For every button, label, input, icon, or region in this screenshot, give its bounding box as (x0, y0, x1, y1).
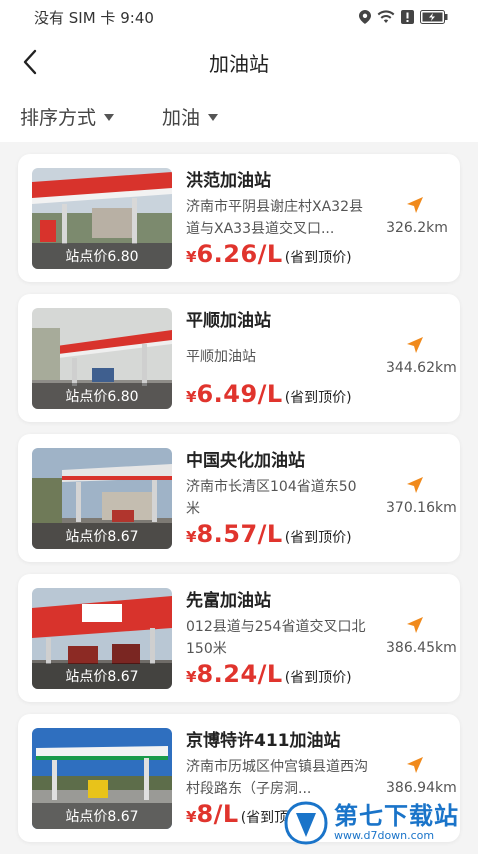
location-icon (359, 10, 371, 24)
station-address: 济南市历城区仲宫镇县道西沟村段路东（子房洞... (186, 759, 368, 797)
watermark: 第七下载站 www.d7down.com (284, 796, 478, 850)
station-card[interactable]: 站点价6.80 洪范加油站 济南市平阴县谢庄村XA32县道与XA33县道交叉口.… (18, 154, 460, 282)
price-line: ¥ 6.49/L (省到顶价) (186, 380, 352, 408)
back-button[interactable] (14, 46, 46, 78)
fuel-filter-label: 加油 (162, 106, 201, 129)
currency-symbol: ¥ (186, 668, 197, 686)
sort-filter-label: 排序方式 (20, 106, 97, 129)
price-line: ¥ 8.57/L (省到顶价) (186, 520, 352, 548)
navigation-arrow-icon[interactable] (406, 336, 424, 354)
station-address: 济南市长清区104省道东50米 (186, 479, 357, 517)
status-icons (359, 10, 448, 24)
currency-symbol: ¥ (186, 528, 197, 546)
station-card[interactable]: 站点价6.80 平顺加油站 平顺加油站 ¥ 6.49/L (省到顶价) 344.… (18, 294, 460, 422)
watermark-logo-icon (284, 801, 328, 845)
distance: 344.62km (386, 360, 457, 376)
fuel-filter-dropdown[interactable]: 加油 (162, 103, 219, 130)
back-arrow-icon (23, 49, 37, 75)
station-photo: 站点价8.67 (32, 728, 172, 829)
station-photo: 站点价6.80 (32, 168, 172, 269)
station-photo: 站点价6.80 (32, 308, 172, 409)
price-line: ¥ 8.24/L (省到顶价) (186, 660, 352, 688)
currency-symbol: ¥ (186, 248, 197, 266)
station-name: 中国央化加油站 (186, 451, 305, 471)
discount-price: 6.49/L (196, 380, 283, 408)
station-photo: 站点价8.67 (32, 588, 172, 689)
filter-bar: 排序方式 加油 (0, 90, 478, 142)
price-line: ¥ 6.26/L (省到顶价) (186, 240, 352, 268)
discount-price: 8.57/L (196, 520, 283, 548)
distance: 370.16km (386, 500, 457, 516)
price-note: (省到顶价) (284, 670, 352, 686)
discount-price: 8/L (196, 800, 239, 828)
page-title: 加油站 (209, 51, 269, 76)
station-price-label: 站点价6.80 (32, 383, 172, 409)
station-card[interactable]: 站点价8.67 中国央化加油站 济南市长清区104省道东50米 ¥ 8.57/L… (18, 434, 460, 562)
navigation-arrow-icon[interactable] (406, 756, 424, 774)
watermark-url: www.d7down.com (334, 829, 435, 842)
clock: 9:40 (120, 8, 154, 27)
station-price-label: 站点价8.67 (32, 803, 172, 829)
currency-symbol: ¥ (186, 808, 197, 826)
station-card[interactable]: 站点价8.67 先富加油站 012县道与254省道交叉口北150米 ¥ 8.24… (18, 574, 460, 702)
distance: 386.94km (386, 780, 457, 796)
price-note: (省到顶价) (284, 250, 352, 266)
station-address: 012县道与254省道交叉口北150米 (186, 619, 366, 657)
watermark-title: 第七下载站 (334, 802, 459, 830)
station-photo: 站点价8.67 (32, 448, 172, 549)
price-note: (省到顶价) (284, 530, 352, 546)
station-name: 京博特许411加油站 (186, 731, 341, 751)
station-price-label: 站点价8.67 (32, 663, 172, 689)
carrier-text: 没有 SIM 卡 (34, 8, 116, 27)
navigation-arrow-icon[interactable] (406, 196, 424, 214)
status-bar: 没有 SIM 卡 9:40 (0, 0, 478, 34)
alert-icon (401, 10, 414, 24)
wifi-icon (377, 10, 395, 24)
station-list: 站点价6.80 洪范加油站 济南市平阴县谢庄村XA32县道与XA33县道交叉口.… (18, 154, 460, 854)
discount-price: 6.26/L (196, 240, 283, 268)
station-price-label: 站点价6.80 (32, 243, 172, 269)
station-name: 平顺加油站 (186, 311, 271, 331)
sort-filter-dropdown[interactable]: 排序方式 (20, 103, 115, 130)
battery-icon (420, 10, 448, 24)
station-price-label: 站点价8.67 (32, 523, 172, 549)
station-address: 济南市平阴县谢庄村XA32县道与XA33县道交叉口... (186, 199, 363, 237)
discount-price: 8.24/L (196, 660, 283, 688)
distance: 386.45km (386, 640, 457, 656)
nav-bar: 加油站 (0, 34, 478, 90)
currency-symbol: ¥ (186, 388, 197, 406)
price-note: (省到顶价) (284, 390, 352, 406)
status-left: 没有 SIM 卡 9:40 (34, 7, 154, 28)
caret-down-icon (208, 113, 219, 121)
caret-down-icon (104, 113, 115, 121)
station-name: 洪范加油站 (186, 171, 271, 191)
navigation-arrow-icon[interactable] (406, 476, 424, 494)
navigation-arrow-icon[interactable] (406, 616, 424, 634)
distance: 326.2km (386, 220, 448, 236)
station-address: 平顺加油站 (186, 349, 256, 365)
station-name: 先富加油站 (186, 591, 271, 611)
